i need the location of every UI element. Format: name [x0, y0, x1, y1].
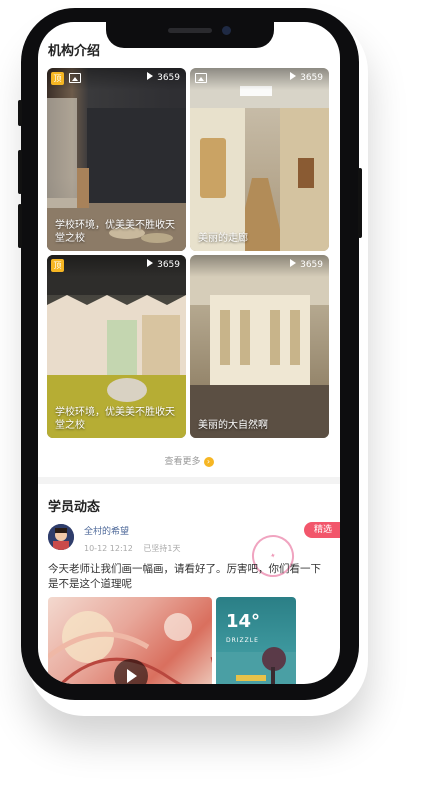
- tile-caption: 美丽的走廊: [198, 233, 248, 244]
- image-icon: [195, 73, 207, 83]
- post-streak: 已坚持1天: [143, 544, 181, 553]
- gallery-tile[interactable]: 3659 美丽的大自然啊: [190, 255, 329, 438]
- play-icon: [147, 259, 154, 267]
- weather-temp: 14°: [226, 611, 261, 632]
- view-count: 3659: [147, 259, 180, 270]
- notch: [106, 22, 274, 48]
- user-name[interactable]: 全村的希望: [84, 524, 129, 537]
- avatar[interactable]: [48, 524, 74, 550]
- view-count: 3659: [290, 259, 323, 270]
- weather-label: DRIZZLE: [226, 637, 259, 644]
- post-video[interactable]: [48, 597, 212, 684]
- avatar-image: [48, 524, 74, 550]
- play-icon: [290, 72, 297, 80]
- tile-caption: 学校环境，优美美不胜收天堂之校: [55, 407, 175, 431]
- post-text: 今天老师让我们画一幅画，请看好了。厉害吧，你们看一下是不是这个道理呢: [48, 563, 321, 590]
- gallery-tile[interactable]: 3659 美丽的走廊: [190, 68, 329, 251]
- view-count: 3659: [290, 72, 323, 83]
- feed-title: 学员动态: [48, 500, 101, 515]
- hall-image: [190, 255, 329, 438]
- view-count: 3659: [147, 72, 180, 83]
- play-icon: [290, 259, 297, 267]
- gallery-tile[interactable]: 顶 3659 学校环境，优美美不胜收天堂之校: [47, 255, 186, 438]
- post-date: 10-12 12:12: [84, 544, 133, 553]
- view-more-link[interactable]: 查看更多 ›: [38, 454, 340, 467]
- post-meta: 10-12 12:12 已坚持1天: [84, 543, 188, 554]
- chevron-right-icon: ›: [203, 457, 214, 467]
- section-divider: [38, 477, 340, 484]
- tile-caption: 美丽的大自然啊: [198, 420, 268, 431]
- play-icon: [147, 72, 154, 80]
- image-icon: [69, 73, 81, 83]
- app-screen: 机构介绍 顶 3659 学校环境，优美美不胜收天堂之校 3659 美丽的走廊 顶…: [38, 22, 340, 684]
- post-image[interactable]: 14° DRIZZLE: [216, 597, 296, 684]
- corridor-image: [190, 68, 329, 251]
- gallery-tile[interactable]: 顶 3659 学校环境，优美美不胜收天堂之校: [47, 68, 186, 251]
- tile-caption: 学校环境，优美美不胜收天堂之校: [55, 220, 175, 244]
- intro-title: 机构介绍: [48, 44, 101, 59]
- top-badge: 顶: [51, 72, 64, 85]
- featured-badge: 精选: [304, 522, 340, 538]
- top-badge: 顶: [51, 259, 64, 272]
